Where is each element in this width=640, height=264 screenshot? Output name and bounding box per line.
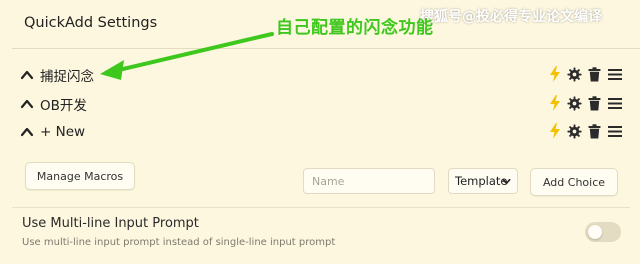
toggle-knob bbox=[588, 225, 602, 239]
manage-macros-button[interactable]: Manage Macros bbox=[25, 162, 135, 190]
setting-description: Use multi-line input prompt instead of s… bbox=[22, 237, 336, 248]
panel-title: QuickAdd Settings bbox=[24, 15, 158, 31]
choice-label: OB开发 bbox=[40, 98, 87, 114]
choice-row-ob-dev: OB开发 bbox=[20, 92, 622, 116]
choice-type-value: Template bbox=[455, 174, 508, 188]
lightning-icon[interactable] bbox=[547, 94, 562, 112]
choice-label: 捕捉闪念 bbox=[40, 69, 94, 85]
setting-name: Use Multi-line Input Prompt bbox=[22, 216, 199, 231]
lightning-icon[interactable] bbox=[547, 122, 562, 140]
trash-icon[interactable] bbox=[587, 122, 602, 140]
watermark: 搜狐号@投必得专业论文编译 bbox=[420, 9, 602, 25]
choice-type-select[interactable]: Template bbox=[448, 168, 518, 194]
lightning-icon[interactable] bbox=[547, 65, 562, 83]
chevron-up-icon[interactable] bbox=[20, 97, 34, 111]
trash-icon[interactable] bbox=[587, 65, 602, 83]
trash-icon[interactable] bbox=[587, 94, 602, 112]
choice-actions bbox=[547, 65, 622, 83]
setting-separator bbox=[12, 207, 630, 208]
choice-row-new: + New bbox=[20, 120, 622, 144]
menu-icon[interactable] bbox=[607, 94, 622, 112]
multiline-prompt-toggle[interactable] bbox=[585, 222, 621, 242]
title-separator bbox=[12, 48, 640, 49]
choice-actions bbox=[547, 94, 622, 112]
chevron-up-icon[interactable] bbox=[20, 125, 34, 139]
chevron-up-icon[interactable] bbox=[20, 68, 34, 82]
annotation-label: 自己配置的闪念功能 bbox=[276, 18, 434, 38]
gear-icon[interactable] bbox=[567, 94, 582, 112]
choice-name-input[interactable] bbox=[303, 168, 435, 194]
choice-actions bbox=[547, 122, 622, 140]
menu-icon[interactable] bbox=[607, 65, 622, 83]
choice-row-capture: 捕捉闪念 bbox=[20, 63, 622, 87]
gear-icon[interactable] bbox=[567, 65, 582, 83]
choice-label: + New bbox=[40, 124, 86, 140]
add-choice-button[interactable]: Add Choice bbox=[530, 168, 618, 196]
chevron-down-icon bbox=[502, 178, 511, 185]
menu-icon[interactable] bbox=[607, 122, 622, 140]
gear-icon[interactable] bbox=[567, 122, 582, 140]
